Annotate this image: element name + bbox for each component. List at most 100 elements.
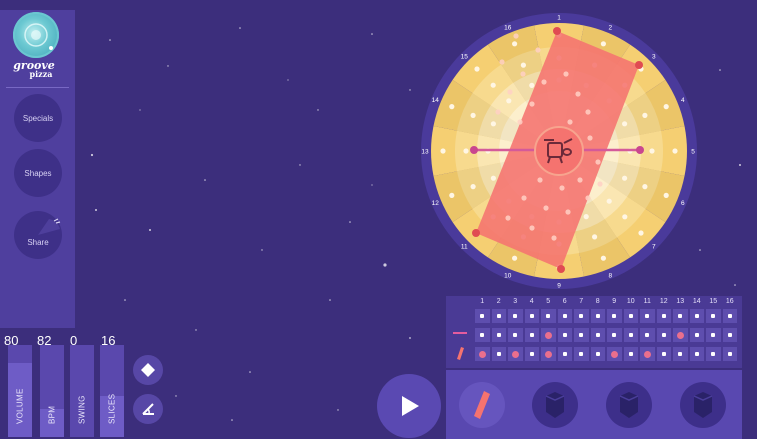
sequencer-cell[interactable]	[706, 328, 721, 342]
sequencer-cell[interactable]	[574, 347, 589, 361]
pizza-step-dot[interactable]	[649, 148, 655, 154]
pizza-step-dot[interactable]	[600, 41, 606, 47]
sequencer-cell[interactable]	[722, 347, 737, 361]
sequencer-cell[interactable]	[673, 328, 688, 342]
sequencer-cell[interactable]	[475, 347, 490, 361]
sequencer-cell[interactable]	[508, 347, 523, 361]
sequencer-cell[interactable]	[491, 328, 506, 342]
sequencer-cell[interactable]	[656, 347, 671, 361]
sequencer-cell[interactable]	[689, 347, 704, 361]
shape-slot-drum[interactable]	[606, 382, 652, 428]
line-shape-vertex[interactable]	[636, 146, 644, 154]
sequencer-cell[interactable]	[574, 309, 589, 323]
sequencer-cell[interactable]	[524, 328, 539, 342]
pizza-step-dot[interactable]	[490, 175, 496, 181]
sequencer-cell[interactable]	[673, 347, 688, 361]
sequencer-cell[interactable]	[623, 328, 638, 342]
pizza-step-dot[interactable]	[463, 148, 469, 154]
sequencer-cell[interactable]	[491, 347, 506, 361]
sequencer-cell[interactable]	[607, 328, 622, 342]
sequencer-cell[interactable]	[524, 347, 539, 361]
sequencer-cell[interactable]	[475, 328, 490, 342]
pizza-step-dot[interactable]	[600, 255, 606, 261]
pizza-step-dot[interactable]	[512, 255, 518, 261]
pizza-step-dot[interactable]	[470, 184, 476, 190]
sequencer-cell[interactable]	[524, 309, 539, 323]
pizza-center-button[interactable]	[534, 126, 584, 176]
sequencer-cell[interactable]	[508, 328, 523, 342]
sequencer-cell[interactable]	[508, 309, 523, 323]
sequencer-cell[interactable]	[607, 309, 622, 323]
play-button[interactable]	[377, 374, 441, 438]
rectangle-vertex[interactable]	[635, 61, 643, 69]
pizza-step-dot[interactable]	[520, 62, 526, 68]
sequencer-cell[interactable]	[623, 347, 638, 361]
line-shape-vertex[interactable]	[470, 146, 478, 154]
pizza-step-dot[interactable]	[490, 121, 496, 127]
pizza-step-dot[interactable]	[474, 66, 480, 72]
pizza-step-dot[interactable]	[449, 192, 455, 198]
sequencer-cell[interactable]	[706, 309, 721, 323]
sequencer-cell[interactable]	[574, 328, 589, 342]
pizza-step-dot[interactable]	[529, 82, 535, 88]
pizza-step-dot[interactable]	[642, 184, 648, 190]
sequencer-cell[interactable]	[689, 328, 704, 342]
diamond-tool-button[interactable]	[133, 355, 163, 385]
sequencer-cell[interactable]	[722, 309, 737, 323]
pizza-step-dot[interactable]	[583, 214, 589, 220]
shape-slot-drum[interactable]	[680, 382, 726, 428]
sequencer-cell[interactable]	[557, 347, 572, 361]
sequencer-cell[interactable]	[491, 309, 506, 323]
rectangle-vertex[interactable]	[472, 229, 480, 237]
rectangle-vertex[interactable]	[557, 265, 565, 273]
shape-slot-drum[interactable]	[532, 382, 578, 428]
shape-slot-rectangle[interactable]	[459, 382, 505, 428]
pizza-step-dot[interactable]	[592, 234, 598, 240]
sequencer-cell[interactable]	[590, 309, 605, 323]
sequencer-cell[interactable]	[475, 309, 490, 323]
sequencer-cell[interactable]	[590, 328, 605, 342]
sequencer-cell[interactable]	[640, 347, 655, 361]
pizza-step-dot[interactable]	[663, 104, 669, 110]
shapes-button[interactable]: Shapes	[14, 149, 62, 197]
app-logo[interactable]: groove pizza	[0, 10, 75, 88]
rectangle-vertex[interactable]	[553, 27, 561, 35]
pizza-step-dot[interactable]	[663, 192, 669, 198]
sequencer-cell[interactable]	[722, 328, 737, 342]
bpm-slider[interactable]: BPM	[40, 345, 64, 437]
sequencer-cell[interactable]	[557, 328, 572, 342]
sequencer-cell[interactable]	[689, 309, 704, 323]
share-button[interactable]: Share	[14, 211, 62, 259]
sequencer-cell[interactable]	[706, 347, 721, 361]
sequencer-cell[interactable]	[541, 328, 556, 342]
pizza-step-dot[interactable]	[638, 230, 644, 236]
angle-tool-button[interactable]	[133, 394, 163, 424]
sequencer-cell[interactable]	[640, 328, 655, 342]
pizza-step-dot[interactable]	[440, 148, 446, 154]
volume-slider[interactable]: VOLUME	[8, 345, 32, 437]
sequencer-cell[interactable]	[623, 309, 638, 323]
pizza-step-dot[interactable]	[506, 98, 512, 104]
sequencer-cell[interactable]	[607, 347, 622, 361]
sequencer-cell[interactable]	[541, 347, 556, 361]
pizza-step-dot[interactable]	[642, 112, 648, 118]
pizza-step-dot[interactable]	[622, 214, 628, 220]
sequencer-cell[interactable]	[590, 347, 605, 361]
pizza-step-dot[interactable]	[622, 175, 628, 181]
sequencer-cell[interactable]	[541, 309, 556, 323]
sequencer-cell[interactable]	[640, 309, 655, 323]
sequencer-cell[interactable]	[557, 309, 572, 323]
pizza-step-dot[interactable]	[512, 41, 518, 47]
pizza-step-dot[interactable]	[606, 198, 612, 204]
pizza-step-dot[interactable]	[449, 104, 455, 110]
pizza-step-dot[interactable]	[622, 121, 628, 127]
sequencer-cell[interactable]	[673, 309, 688, 323]
specials-button[interactable]: Specials	[14, 94, 62, 142]
sequencer-cell[interactable]	[656, 328, 671, 342]
pizza-wheel[interactable]: 12345678910111213141516	[420, 12, 698, 290]
swing-slider[interactable]: SWING	[70, 345, 94, 437]
slices-slider[interactable]: SLICES	[100, 345, 124, 437]
pizza-step-dot[interactable]	[470, 112, 476, 118]
sequencer-cell[interactable]	[656, 309, 671, 323]
pizza-step-dot[interactable]	[490, 82, 496, 88]
